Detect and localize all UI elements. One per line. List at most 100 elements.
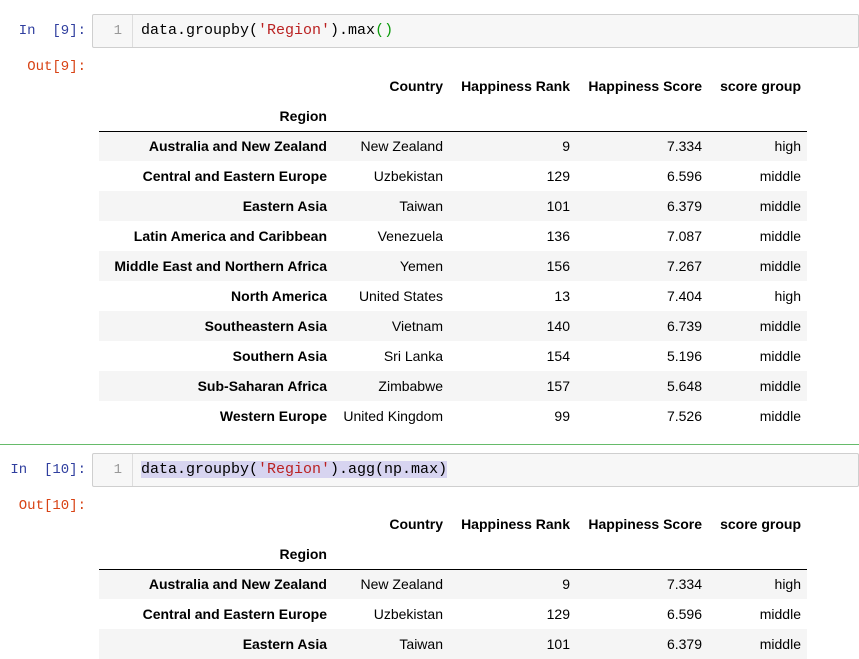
cell-happiness-rank: 136 [546, 228, 570, 244]
code-line[interactable]: data.groupby('Region').max() [141, 15, 393, 47]
row-index-label: Australia and New Zealand [148, 576, 327, 593]
input-prompt: In [10]: [10, 462, 86, 478]
cell-score-group: middle [759, 378, 801, 394]
cell-happiness-score: 6.739 [666, 318, 702, 334]
cell-happiness-score: 7.087 [666, 228, 702, 244]
cell-happiness-rank: 9 [562, 576, 570, 593]
column-header: Happiness Score [588, 516, 702, 532]
cell-happiness-score: 5.648 [666, 378, 702, 394]
cell-happiness-rank: 101 [546, 636, 570, 652]
row-index-label: Eastern Asia [242, 198, 327, 214]
table-row: Sub-Saharan Africa Zimbabwe 157 5.648 middle [99, 371, 807, 401]
column-header: Happiness Rank [461, 78, 570, 94]
code-line[interactable]: data.groupby('Region').agg(np.max) [141, 454, 448, 486]
cell-happiness-score: 6.379 [666, 198, 702, 214]
cell-happiness-score: 7.334 [666, 138, 702, 155]
cell-score-group: high [774, 288, 801, 304]
table-row: Eastern Asia Taiwan 101 6.379 middle [99, 629, 807, 659]
code-input-area[interactable]: 1 data.groupby('Region').max() [92, 14, 859, 48]
column-header: score group [720, 78, 801, 94]
cell-country: Vietnam [391, 318, 443, 334]
cell-happiness-score: 6.596 [666, 606, 702, 622]
table-row: North America United States 13 7.404 high [99, 281, 807, 311]
output-prompt: Out[10]: [18, 498, 86, 514]
line-number: 1 [93, 15, 133, 47]
cell-score-group: high [774, 138, 801, 155]
cell-happiness-score: 6.596 [666, 168, 702, 184]
cell-happiness-score: 7.334 [666, 576, 702, 593]
cell-happiness-rank: 101 [546, 198, 570, 214]
output-prompt: Out[9]: [27, 59, 86, 75]
dataframe-output: Country Happiness Rank Happiness Score s… [99, 71, 807, 431]
column-header: Happiness Rank [461, 516, 570, 532]
code-text: data.groupby( [141, 461, 259, 478]
table-row: Central and Eastern Europe Uzbekistan 129 6… [99, 599, 807, 629]
column-header: Happiness Score [588, 78, 702, 94]
column-header: Country [389, 78, 443, 94]
table-row: Central and Eastern Europe Uzbekistan 129 6… [99, 161, 807, 191]
dataframe-output: Country Happiness Rank Happiness Score s… [99, 509, 807, 659]
code-string: 'Region' [258, 22, 331, 39]
table-row: Australia and New Zealand New Zealand 9 7.3… [99, 569, 807, 599]
cell-score-group: middle [759, 408, 801, 424]
cell-happiness-score: 7.404 [666, 288, 702, 304]
row-index-label: Middle East and Northern Africa [114, 258, 327, 274]
table-row: Eastern Asia Taiwan 101 6.379 middle [99, 191, 807, 221]
index-name: Region [99, 101, 333, 132]
cell-score-group: middle [759, 168, 801, 184]
cell-country: Uzbekistan [373, 606, 443, 622]
line-number: 1 [93, 454, 133, 486]
cell-country: Yemen [399, 258, 443, 274]
cell-happiness-score: 6.379 [666, 636, 702, 652]
row-index-label: Southeastern Asia [204, 318, 327, 334]
row-index-label: North America [231, 288, 327, 304]
cell-score-group: middle [759, 318, 801, 334]
cell-happiness-rank: 99 [554, 408, 570, 424]
row-index-label: Southern Asia [232, 348, 327, 364]
table-row: Australia and New Zealand New Zealand 9 7.3… [99, 131, 807, 161]
code-paren: () [375, 22, 394, 39]
cell-country: Uzbekistan [373, 168, 443, 184]
code-string: 'Region' [258, 461, 331, 478]
table-row: Southern Asia Sri Lanka 154 5.196 middle [99, 341, 807, 371]
cell-country: Taiwan [399, 198, 443, 214]
row-index-label: Latin America and Caribbean [133, 228, 327, 244]
row-index-label: Central and Eastern Europe [142, 168, 327, 184]
table-row: Latin America and Caribbean Venezuela 136 7… [99, 221, 807, 251]
cell-happiness-score: 5.196 [666, 348, 702, 364]
cell-happiness-rank: 9 [562, 138, 570, 155]
cell-country: New Zealand [360, 138, 444, 155]
cell-country: Sri Lanka [383, 348, 443, 364]
cell-score-group: middle [759, 606, 801, 622]
cell-happiness-rank: 13 [554, 288, 570, 304]
cell-happiness-rank: 129 [546, 168, 570, 184]
cell-happiness-score: 7.267 [666, 258, 702, 274]
cell-happiness-rank: 157 [546, 378, 570, 394]
table-row: Western Europe United Kingdom 99 7.526 middl… [99, 401, 807, 431]
code-input-area[interactable]: 1 data.groupby('Region').agg(np.max) [92, 453, 859, 487]
cell-country: United Kingdom [343, 408, 443, 424]
cell-score-group: middle [759, 348, 801, 364]
cell-divider [0, 444, 859, 445]
cell-country: United States [358, 288, 443, 304]
cell-happiness-rank: 154 [546, 348, 570, 364]
column-header-row: Country Happiness Rank Happiness Score s… [99, 509, 807, 539]
column-header: score group [720, 516, 801, 532]
cell-country: Zimbabwe [378, 378, 443, 394]
cell-happiness-rank: 140 [546, 318, 570, 334]
cell-country: Taiwan [399, 636, 443, 652]
column-header: Country [389, 516, 443, 532]
cell-score-group: middle [759, 636, 801, 652]
row-index-label: Sub-Saharan Africa [197, 378, 327, 394]
cell-score-group: middle [759, 228, 801, 244]
code-text: ).agg(np.max) [330, 461, 448, 478]
cell-country: New Zealand [360, 576, 444, 593]
input-prompt: In [9]: [18, 23, 86, 39]
index-name-row: Region [99, 101, 807, 132]
table-row: Middle East and Northern Africa Yemen 156 7… [99, 251, 807, 281]
cell-country: Venezuela [377, 228, 443, 244]
cell-score-group: middle [759, 198, 801, 214]
cell-score-group: middle [759, 258, 801, 274]
code-text: data.groupby( [141, 22, 259, 39]
row-index-label: Central and Eastern Europe [142, 606, 327, 622]
